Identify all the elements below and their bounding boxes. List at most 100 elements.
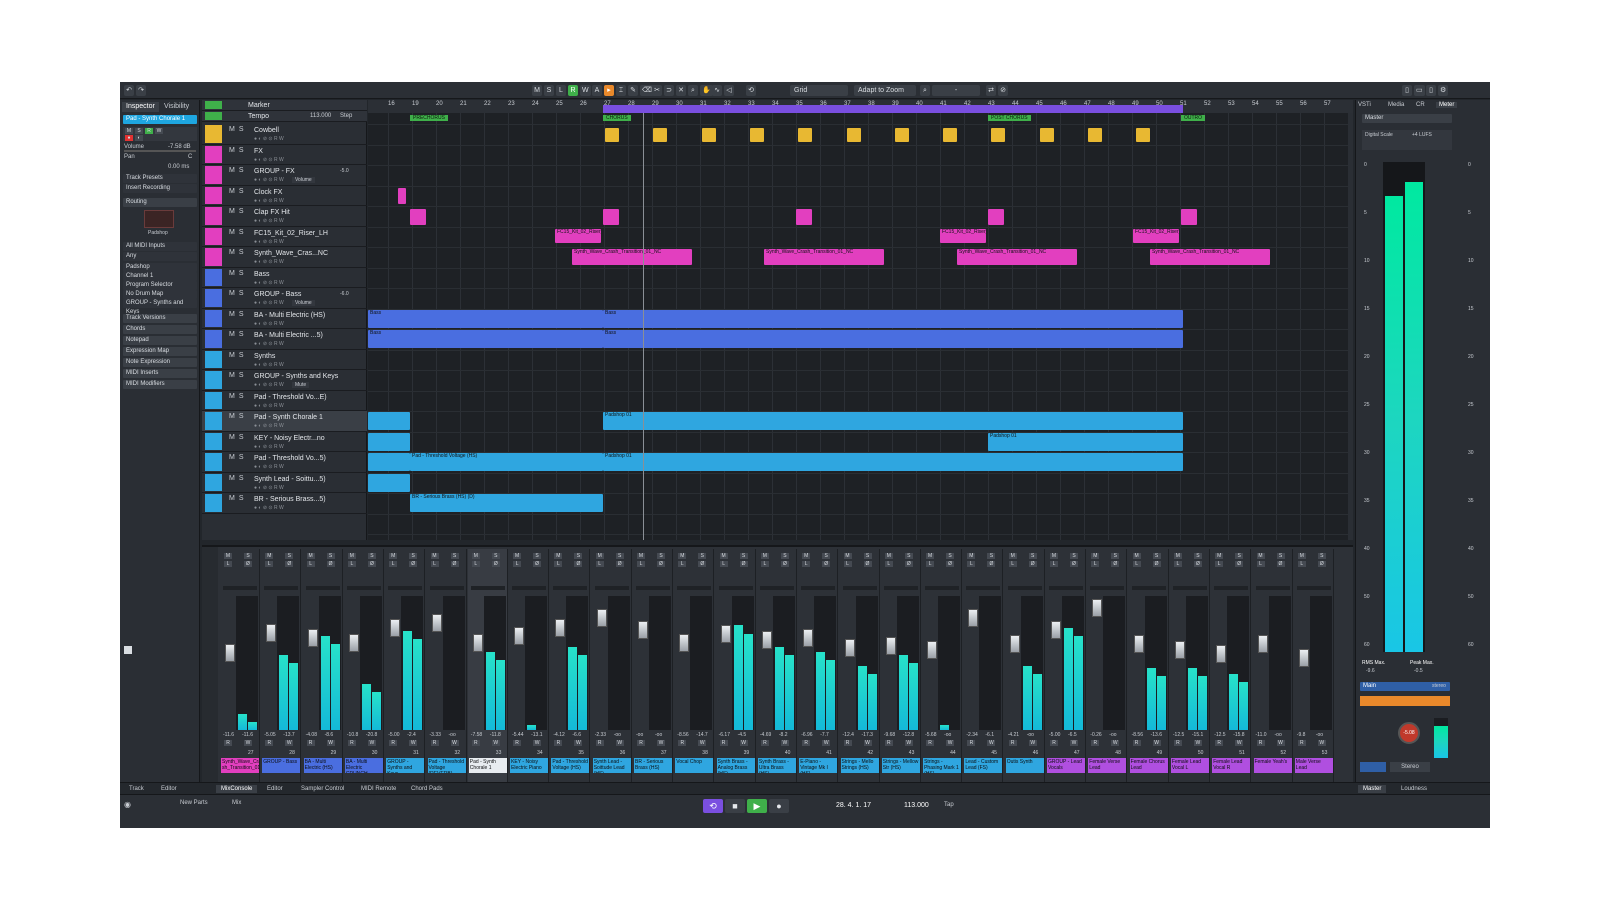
vertical-scrollbar[interactable] [1348, 113, 1353, 540]
strip-volume-value[interactable]: -12.5 [1173, 732, 1184, 738]
strip-mute-button[interactable]: M [1132, 553, 1141, 559]
delay-value[interactable]: 0.00 ms [168, 164, 189, 170]
strip-solo-button[interactable]: S [1193, 553, 1202, 559]
strip-listen-button[interactable]: L [471, 561, 480, 567]
clap-fx-event[interactable] [1181, 209, 1197, 225]
strip-volume-value[interactable]: -9.8 [1297, 732, 1306, 738]
track-tools[interactable]: ● ◐ ⊘ ⊙ R W [254, 157, 284, 163]
strip-solo-button[interactable]: S [657, 553, 665, 559]
strip-write-button[interactable]: W [574, 740, 583, 746]
cowbell-event[interactable] [653, 128, 668, 142]
strip-mute-button[interactable]: M [389, 553, 398, 559]
strip-phase-button[interactable]: Ø [739, 561, 748, 567]
mix-select[interactable]: Mix [232, 800, 241, 806]
clap-fx-event[interactable] [410, 209, 426, 225]
clap-fx-event[interactable] [603, 209, 619, 225]
volume-fader[interactable] [1009, 635, 1020, 653]
strip-listen-button[interactable]: L [967, 561, 976, 567]
strip-phase-button[interactable]: Ø [946, 561, 955, 567]
track-tools[interactable]: ● ◐ ⊘ ⊙ R W [254, 341, 284, 347]
track-tools[interactable]: ● ◐ ⊘ ⊙ R W [254, 403, 284, 409]
strip-volume-value[interactable]: -4.21 [1008, 732, 1019, 738]
auto-button[interactable]: A [592, 85, 602, 96]
tempo-display[interactable]: 113.000 [904, 802, 929, 809]
strip-volume-value[interactable]: -5.05 [264, 732, 275, 738]
mixer-inspector-icon[interactable] [124, 646, 132, 654]
strip-name[interactable]: Synth Brass - Analog Brass (HS) [716, 758, 755, 773]
undo-icon[interactable]: ↶ [124, 85, 134, 96]
pan-slider[interactable] [388, 586, 423, 590]
strip-read-button[interactable]: R [884, 740, 893, 746]
channel-strip[interactable]: M S L Ø -3.33 -oo R W 32 Pad - Threshold Voltage … [427, 549, 467, 784]
cowbell-event[interactable] [749, 128, 764, 142]
strip-solo-button[interactable]: S [863, 553, 872, 559]
pan-slider[interactable] [677, 586, 712, 590]
tab-midi-remote[interactable]: MIDI Remote [356, 785, 401, 793]
crash-event[interactable]: Synth_Wave_Crash_Transition_01_NC [764, 249, 884, 265]
track-mute-solo[interactable]: MS [229, 393, 248, 400]
strip-write-button[interactable]: W [533, 740, 542, 746]
tab-track[interactable]: Track [124, 785, 149, 793]
strip-name[interactable]: Male Verse Lead [1294, 758, 1333, 773]
strip-mute-button[interactable]: M [554, 553, 563, 559]
pan-slider[interactable] [346, 586, 381, 590]
track-row[interactable]: MS FX ● ◐ ⊘ ⊙ R W [202, 145, 367, 165]
strip-listen-button[interactable]: L [389, 561, 398, 567]
strip-listen-button[interactable]: L [1008, 561, 1017, 567]
channel-strip[interactable]: M S L Ø -4.08 -8.6 R W 29 BA - Multi Electric (HS… [303, 549, 343, 784]
cycle-button[interactable]: ⟲ [703, 799, 723, 813]
strip-phase-button[interactable]: Ø [491, 561, 500, 567]
tab-inspector[interactable]: Inspector [122, 102, 159, 112]
volume-fader[interactable] [348, 634, 359, 652]
volume-fader[interactable] [927, 641, 938, 659]
strip-read-button[interactable]: R [1132, 740, 1141, 746]
strip-mute-button[interactable]: M [1091, 553, 1100, 559]
volume-fader[interactable] [596, 609, 607, 627]
strip-solo-button[interactable]: S [409, 553, 418, 559]
strip-phase-button[interactable]: Ø [574, 561, 583, 567]
strip-volume-value[interactable]: -4.69 [760, 732, 771, 738]
redo-icon[interactable]: ↷ [136, 85, 146, 96]
strip-listen-button[interactable]: L [430, 561, 439, 567]
cowbell-event[interactable] [991, 128, 1006, 142]
strip-listen-button[interactable]: L [802, 561, 811, 567]
pad-threshold-event[interactable]: Pad - Threshold Voltage (HS) [410, 453, 603, 471]
tab-sampler-control[interactable]: Sampler Control [296, 785, 349, 793]
channel-strip[interactable]: M S L Ø -5.05 -13.7 R W 28 GROUP - Bass [261, 549, 302, 784]
quantize-value-select[interactable]: - [932, 85, 980, 96]
strip-mute-button[interactable]: M [1215, 553, 1224, 559]
strip-write-button[interactable]: W [450, 740, 459, 746]
strip-volume-value[interactable]: -11.0 [1256, 732, 1267, 738]
strip-listen-button[interactable]: L [678, 561, 687, 567]
record-enable-button[interactable]: ● [125, 135, 133, 141]
track-tools[interactable]: ● ◐ ⊘ ⊙ R W [254, 136, 284, 142]
strip-listen-button[interactable]: L [513, 561, 522, 567]
strip-read-button[interactable]: R [347, 740, 356, 746]
strip-volume-value[interactable]: -9.68 [884, 732, 895, 738]
section-chords[interactable]: Chords [123, 325, 197, 334]
strip-volume-value[interactable]: -oo [636, 732, 643, 738]
channel-strip[interactable]: M S L Ø -12.5 -15.8 R W 51 Female Lead Vocal R [1211, 549, 1252, 784]
strip-name[interactable]: Strings - Mello Strings (HS) [840, 758, 879, 773]
cowbell-event[interactable] [894, 128, 909, 142]
track-row[interactable]: MS Pad - Threshold Vo...5) ● ◐ ⊘ ⊙ R W [202, 452, 367, 473]
tempo-track[interactable]: Tempo 113.000 Step [202, 111, 367, 122]
strip-mute-button[interactable]: M [760, 553, 769, 559]
arranger-marker[interactable]: OUTRO [1181, 115, 1206, 121]
strip-solo-button[interactable]: S [739, 553, 748, 559]
strip-mute-button[interactable]: M [306, 553, 315, 559]
volume-fader[interactable] [885, 637, 896, 655]
track-mute-solo[interactable]: MS [229, 352, 248, 359]
strip-volume-value[interactable]: -12.5 [1214, 732, 1225, 738]
strip-read-button[interactable]: R [1008, 740, 1017, 746]
bass-event[interactable]: Bass [603, 309, 1183, 328]
strip-write-button[interactable]: W [946, 740, 955, 746]
strip-volume-value[interactable]: -8.56 [677, 732, 688, 738]
strip-volume-value[interactable]: -2.33 [595, 732, 606, 738]
strip-volume-value[interactable]: -5.00 [388, 732, 399, 738]
channel-strip[interactable]: M S L Ø -5.68 -oo R W 44 Strings - Phasing Mark 1… [922, 549, 963, 784]
channel-strip[interactable]: M S L Ø -4.69 -8.2 R W 40 Synth Brass - Ultra Bra… [757, 549, 797, 784]
strip-phase-button[interactable]: Ø [1317, 561, 1326, 567]
record-button[interactable]: ● [769, 799, 789, 813]
strip-name[interactable]: Synth_Wave_Cra sh_Transition_01 [221, 758, 259, 773]
